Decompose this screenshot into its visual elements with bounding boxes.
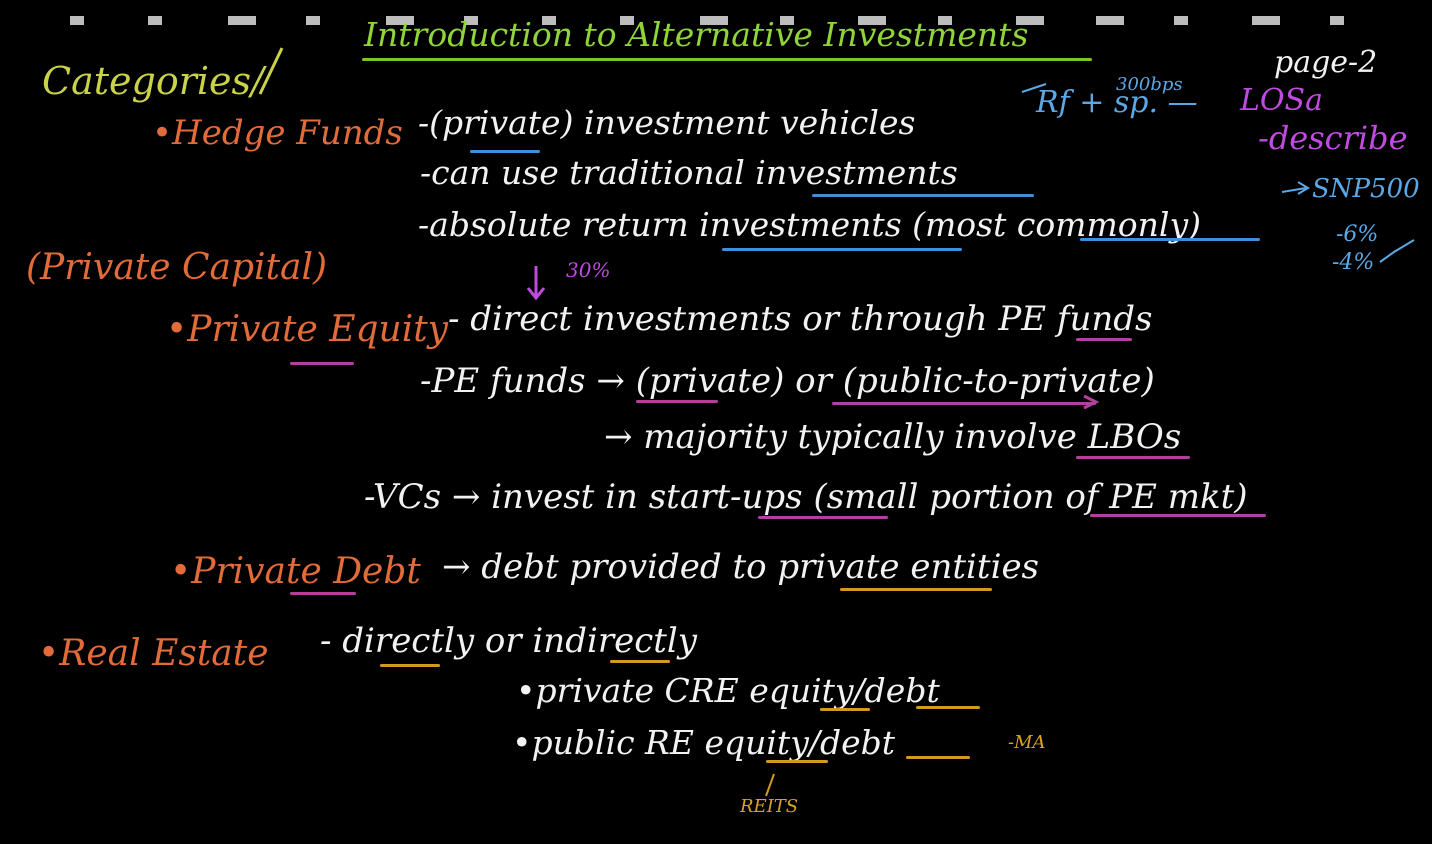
private-equity-line-3: → majority typically involve LBOs xyxy=(604,417,1182,457)
directly-underline xyxy=(380,664,440,667)
lbos-underline xyxy=(1076,456,1190,459)
real-estate-line-3: •public RE equity/debt xyxy=(512,723,895,762)
bps-note: 300bps xyxy=(1116,74,1183,95)
four-percent-note: -4% xyxy=(1332,250,1375,275)
thirty-percent-note: 30% xyxy=(566,258,611,282)
equity-underline xyxy=(290,362,354,365)
debt-underline-2 xyxy=(916,706,980,709)
equity-underline-2 xyxy=(820,708,870,711)
top-border-dash xyxy=(306,16,320,25)
indirectly-underline xyxy=(610,660,670,663)
private-equity-line-4: -VCs → invest in start-ups (small portio… xyxy=(364,477,1248,517)
hedge-funds-line-3: -absolute return investments (most commo… xyxy=(418,205,1201,244)
hedge-funds-line-1: -(private) investment vehicles xyxy=(418,103,916,142)
real-estate-line-1: - directly or indirectly xyxy=(320,621,698,661)
private-equity-label: •Private Equity xyxy=(166,309,449,350)
page-title: Introduction to Alternative Investments xyxy=(364,15,1029,54)
private-underline-2 xyxy=(636,400,718,403)
real-estate-line-2: •private CRE equity/debt xyxy=(516,671,940,710)
top-border-dash xyxy=(70,16,84,25)
public-to-private-underline xyxy=(832,402,1096,405)
real-estate-label: •Real Estate xyxy=(38,633,269,674)
commonly-underline xyxy=(1080,238,1260,241)
hedge-funds-label: •Hedge Funds xyxy=(152,113,403,153)
down-arrow-icon xyxy=(526,266,546,301)
hedge-funds-line-2: -can use traditional investments xyxy=(420,153,958,192)
snp-arrow-icon xyxy=(1281,181,1310,195)
debt-underline-3 xyxy=(906,756,970,759)
describe-label: -describe xyxy=(1258,119,1408,157)
start-ups-underline xyxy=(758,516,888,519)
private-equity-line-2: -PE funds → (private) or (public-to-priv… xyxy=(420,361,1155,401)
ma-note: -MA xyxy=(1008,732,1046,753)
equity-underline-3 xyxy=(766,760,828,763)
los-label: LOSa xyxy=(1240,83,1323,118)
top-border-dash xyxy=(1096,16,1124,25)
reits-note: REITS xyxy=(740,796,799,817)
categories-heading: Categories/ xyxy=(42,59,264,103)
pe-underline xyxy=(1076,338,1132,341)
top-border-dash xyxy=(1252,16,1280,25)
top-border-dash xyxy=(148,16,162,25)
private-debt-line: → debt provided to private entities xyxy=(442,547,1040,587)
whiteboard-canvas: Introduction to Alternative Investments … xyxy=(0,0,1432,844)
private-capital-label: (Private Capital) xyxy=(26,247,328,288)
top-border-dash xyxy=(1174,16,1188,25)
check-mark-icon xyxy=(1379,239,1415,263)
private-equity-line-1: - direct investments or through PE funds xyxy=(448,299,1153,339)
reits-pointer xyxy=(765,773,775,797)
private-debt-label: •Private Debt xyxy=(170,551,421,592)
investments-underline xyxy=(812,194,1034,197)
debt-underline xyxy=(290,592,356,595)
top-border-dash xyxy=(228,16,256,25)
title-underline xyxy=(362,58,1092,61)
six-percent-note: -6% xyxy=(1336,222,1379,247)
page-number: page-2 xyxy=(1274,45,1378,80)
snp500-note: SNP500 xyxy=(1312,174,1420,204)
pe-mkt-underline xyxy=(1090,514,1266,517)
investments-underline xyxy=(722,248,962,251)
top-border-dash xyxy=(1330,16,1344,25)
private-entities-underline xyxy=(840,588,992,591)
